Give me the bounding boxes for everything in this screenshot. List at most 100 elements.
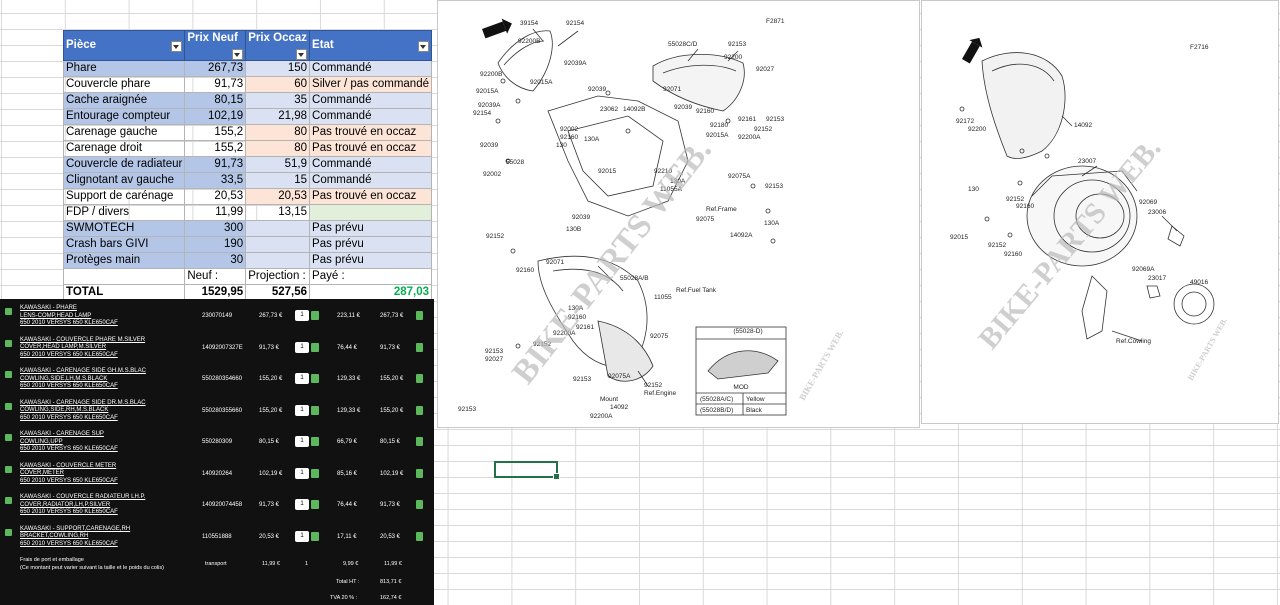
item-description-link[interactable]: KAWASAKI - COUVERCLE PHARE M.SILVER COVER… [20,337,200,360]
cell-neuf[interactable]: 190 [184,236,247,253]
cell-neuf[interactable]: 30 [184,252,247,269]
cell-neuf[interactable]: 20,53 [184,188,247,205]
item-title[interactable]: KAWASAKI - CARENAGE SIDE DR.M.S.BLAC [20,400,200,408]
cell-piece[interactable]: Carenage gauche [62,124,186,141]
cell-etat[interactable]: Commandé [309,60,432,77]
cell-occaz[interactable]: 60 [245,76,311,93]
cell-piece[interactable]: SWMOTECH [62,220,186,237]
cell-piece[interactable]: Support de carénage [62,188,186,205]
cell-etat[interactable]: Commandé [309,172,432,189]
label-projection[interactable]: Projection : [245,268,311,285]
search-icon[interactable] [5,434,12,441]
delete-icon[interactable] [416,500,423,509]
delete-icon[interactable] [416,468,423,478]
cell-piece[interactable]: Couvercle de radiateur [62,156,186,173]
cell-etat[interactable]: Pas prévu [309,220,432,237]
cell-piece[interactable]: Clignotant av gauche [62,172,186,189]
cell-piece[interactable]: Protèges main [62,252,186,269]
cell-occaz[interactable]: 35 [245,92,311,109]
cell-neuf[interactable]: 155,2 [184,140,247,157]
item-description-link[interactable]: KAWASAKI - COUVERCLE RADIATEUR LH.P. COVE… [20,494,200,517]
cell-neuf[interactable]: 155,2 [184,124,247,141]
cell-occaz[interactable]: 13,15 [245,204,311,221]
search-icon[interactable] [5,497,12,504]
cell-occaz[interactable] [245,220,311,237]
item-description-link[interactable]: KAWASAKI - CARENAGE SIDE DR.M.S.BLAC COWL… [20,400,200,423]
cell-neuf[interactable]: 300 [184,220,247,237]
cell-etat[interactable]: Pas trouvé en occaz [309,188,432,205]
cell-etat[interactable]: Pas trouvé en occaz [309,140,432,157]
refresh-icon[interactable] [311,531,319,541]
item-title[interactable]: KAWASAKI - COUVERCLE RADIATEUR LH.P. [20,494,200,502]
cell-neuf[interactable]: 80,15 [184,92,247,109]
delete-icon[interactable] [416,437,423,446]
cell-etat[interactable]: Pas prévu [309,252,432,269]
filter-dropdown-icon[interactable] [232,49,244,60]
label-paye[interactable]: Payé : [309,268,432,285]
cell-occaz[interactable]: 80 [245,140,311,157]
refresh-icon[interactable] [311,405,319,415]
quantity-input[interactable]: 1 [295,310,309,321]
search-icon[interactable] [5,308,12,315]
item-title[interactable]: KAWASAKI - COUVERCLE METER [20,463,200,471]
header-piece[interactable]: Pièce [62,30,186,61]
filter-dropdown-icon[interactable] [418,41,429,52]
cell-occaz[interactable]: 150 [245,60,311,77]
search-icon[interactable] [5,465,12,473]
quantity-input[interactable]: 1 [295,530,309,542]
delete-icon[interactable] [416,374,423,383]
cell-piece[interactable]: Crash bars GIVI [62,236,186,253]
cell-neuf[interactable]: 33,5 [184,172,247,189]
cell-etat[interactable]: Pas trouvé en occaz [309,124,432,141]
cell-etat[interactable] [309,204,432,221]
cell-occaz[interactable]: 20,53 [245,188,311,205]
cell-etat[interactable]: Silver / pas commandé [309,76,432,93]
quantity-input[interactable]: 1 [295,467,309,479]
cell-occaz[interactable] [245,236,311,253]
item-description-link[interactable]: KAWASAKI - CARENAGE SIDE GH.M.S.BLAC COWL… [20,368,200,391]
item-description-link[interactable]: KAWASAKI - SUPPORT,CARENAGE,RH BRACKET,CO… [20,526,200,549]
quantity-input[interactable]: 1 [295,373,309,384]
refresh-icon[interactable] [311,500,319,509]
cell-neuf[interactable]: 91,73 [184,76,247,93]
item-title[interactable]: KAWASAKI - CARENAGE SUP [20,431,200,439]
cell-empty[interactable] [62,268,186,285]
selected-cell[interactable] [494,461,560,480]
cell-piece[interactable]: Couvercle phare [62,76,186,93]
cell-occaz[interactable]: 21,98 [245,108,311,125]
quantity-input[interactable]: 1 [295,341,309,353]
search-icon[interactable] [5,528,12,536]
search-icon[interactable] [5,402,12,410]
refresh-icon[interactable] [311,342,319,352]
delete-icon[interactable] [416,311,423,320]
item-title[interactable]: KAWASAKI - SUPPORT,CARENAGE,RH [20,526,200,534]
refresh-icon[interactable] [311,468,319,478]
refresh-icon[interactable] [311,374,319,383]
cell-piece[interactable]: Cache araignée [62,92,186,109]
cell-occaz[interactable]: 15 [245,172,311,189]
quantity-input[interactable]: 1 [295,436,309,447]
refresh-icon[interactable] [311,311,319,320]
cell-etat[interactable]: Commandé [309,108,432,125]
header-prix-occaz[interactable]: Prix Occaz [245,30,311,61]
delete-icon[interactable] [416,342,423,352]
item-title[interactable]: KAWASAKI - COUVERCLE PHARE M.SILVER [20,337,200,345]
quantity-input[interactable]: 1 [295,404,309,416]
filter-dropdown-icon[interactable] [296,49,308,60]
cell-piece[interactable]: FDP / divers [62,204,186,221]
item-title[interactable]: KAWASAKI - CARENAGE SIDE GH.M.S.BLAC [20,368,200,376]
item-description-link[interactable]: KAWASAKI - COUVERCLE METER COVER,METER 650… [20,463,200,486]
item-title[interactable]: KAWASAKI - PHARE [20,305,200,313]
cell-etat[interactable]: Pas prévu [309,236,432,253]
cell-etat[interactable]: Commandé [309,92,432,109]
cell-occaz[interactable]: 51,9 [245,156,311,173]
item-description-link[interactable]: KAWASAKI - PHARE LENS-COMP,HEAD LAMP 650 2… [20,305,200,328]
cell-piece[interactable]: Phare [62,60,186,77]
cell-occaz[interactable] [245,252,311,269]
search-icon[interactable] [5,339,12,347]
label-neuf[interactable]: Neuf : [184,268,247,285]
quantity-input[interactable]: 1 [295,499,309,510]
cell-etat[interactable]: Commandé [309,156,432,173]
header-prix-neuf[interactable]: Prix Neuf [184,30,247,61]
item-description-link[interactable]: KAWASAKI - CARENAGE SUP COWLING,UPP 650 20… [20,431,200,454]
